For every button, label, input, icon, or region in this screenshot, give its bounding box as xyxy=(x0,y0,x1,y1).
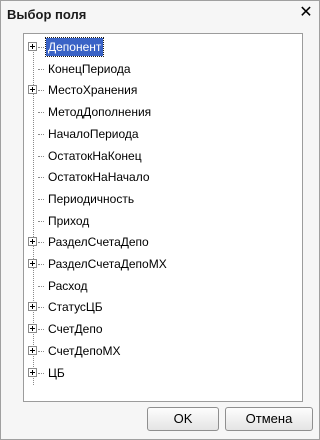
field-tree[interactable]: Депонент КонецПериода МестоХранения МетодДо… xyxy=(23,33,303,402)
expand-plus-icon[interactable] xyxy=(28,302,37,312)
tree-branch-line xyxy=(38,264,44,265)
tree-branch-line xyxy=(38,350,44,352)
tree-branch-line xyxy=(38,112,44,114)
ok-button[interactable]: OK xyxy=(147,407,219,431)
tree-item-label[interactable]: РазделСчетаДепоМХ xyxy=(46,255,169,273)
tree-branch-line xyxy=(38,155,44,157)
tree-item-label[interactable]: СтатусЦБ xyxy=(46,298,105,316)
title-bar: Выбор поля ✕ xyxy=(1,1,319,27)
tree-item-label[interactable]: Депонент xyxy=(44,37,105,57)
tree-branch-line xyxy=(38,68,44,70)
tree-connector-line xyxy=(33,50,34,385)
tree-item-label[interactable]: МестоХранения xyxy=(46,81,139,99)
tree-item-label[interactable]: ЦБ xyxy=(46,364,67,382)
expand-plus-icon[interactable] xyxy=(28,259,37,268)
tree-branch-line xyxy=(38,198,44,200)
dialog-title: Выбор поля xyxy=(7,7,87,22)
expand-plus-icon[interactable] xyxy=(28,324,37,334)
tree-item-label[interactable]: МетодДополнения xyxy=(46,103,153,121)
tree-branch-line xyxy=(38,47,44,48)
tree-branch-line xyxy=(38,242,44,244)
tree-branch-line xyxy=(38,285,44,287)
tree-item-label[interactable]: Приход xyxy=(46,212,91,230)
tree-branch-line xyxy=(38,220,44,222)
tree-item-label[interactable]: НачалоПериода xyxy=(46,125,141,143)
expand-plus-icon[interactable] xyxy=(28,85,37,95)
expand-plus-icon[interactable] xyxy=(28,237,37,247)
tree-branch-line xyxy=(38,307,44,309)
tree-item-label[interactable]: СчетДепо xyxy=(46,320,105,338)
tree-branch-line xyxy=(38,90,44,92)
close-icon[interactable]: ✕ xyxy=(297,4,315,22)
tree-item-label[interactable]: Расход xyxy=(46,277,90,295)
tree-item-label[interactable]: ОстатокНаКонец xyxy=(46,147,144,165)
tree-branch-line xyxy=(38,372,44,374)
tree-item-label[interactable]: ОстатокНаНачало xyxy=(46,168,152,186)
tree-item-label[interactable]: Периодичность xyxy=(46,190,136,208)
tree-branch-line xyxy=(38,329,44,331)
tree-item-label[interactable]: СчетДепоМХ xyxy=(46,342,123,360)
expand-plus-icon[interactable] xyxy=(28,42,37,51)
field-selection-dialog: Выбор поля ✕ Депонент КонецПериода МестоХр… xyxy=(0,0,320,440)
tree-item-label[interactable]: РазделСчетаДепо xyxy=(46,233,151,251)
expand-plus-icon[interactable] xyxy=(28,367,37,377)
tree-item-label[interactable]: КонецПериода xyxy=(46,60,133,78)
cancel-button[interactable]: Отмена xyxy=(225,407,313,431)
tree-branch-line xyxy=(38,133,44,135)
expand-plus-icon[interactable] xyxy=(28,345,37,355)
tree-branch-line xyxy=(38,177,44,179)
